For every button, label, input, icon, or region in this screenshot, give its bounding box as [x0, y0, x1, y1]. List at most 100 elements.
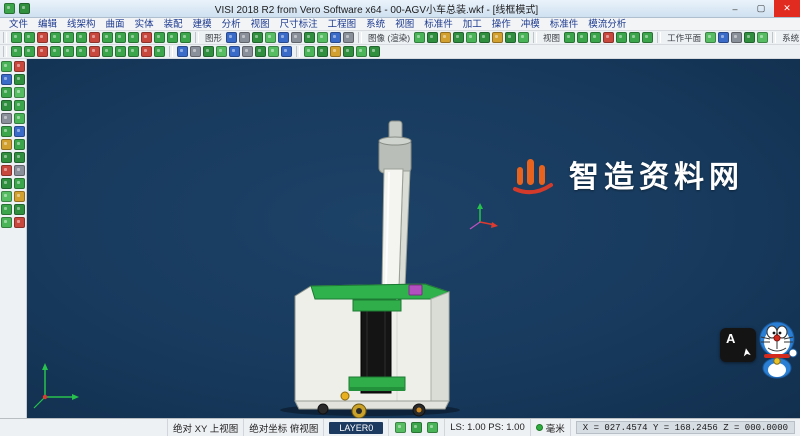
menu-item[interactable]: 冲模: [516, 18, 545, 31]
toolbar-icon[interactable]: [252, 32, 263, 43]
toolbar-icon[interactable]: [154, 32, 165, 43]
statusbar-icon[interactable]: [395, 422, 406, 433]
toolbar-icon[interactable]: [128, 46, 139, 57]
toolbar-icon[interactable]: [216, 46, 227, 57]
toolbar-icon[interactable]: [642, 32, 653, 43]
layer-chip[interactable]: LAYER0: [329, 422, 383, 434]
toolbar-icon[interactable]: [11, 46, 22, 57]
statusbar-coordinate-mode[interactable]: 绝对坐标 俯视图: [243, 419, 323, 436]
toolbar-icon[interactable]: [369, 46, 380, 57]
toolbar-icon[interactable]: [356, 46, 367, 57]
toolbar-icon[interactable]: [440, 32, 451, 43]
menu-item[interactable]: 操作: [487, 18, 516, 31]
quick-access-icon[interactable]: [19, 3, 30, 14]
toolbar-icon[interactable]: [291, 32, 302, 43]
tool-icon[interactable]: [1, 126, 12, 137]
toolbar-icon[interactable]: [128, 32, 139, 43]
tool-icon[interactable]: [1, 217, 12, 228]
toolbar-icon[interactable]: [177, 46, 188, 57]
toolbar-icon[interactable]: [76, 46, 87, 57]
toolbar-icon[interactable]: [317, 46, 328, 57]
tool-icon[interactable]: [14, 113, 25, 124]
toolbar-icon[interactable]: [89, 46, 100, 57]
toolbar-icon[interactable]: [226, 32, 237, 43]
tool-icon[interactable]: [14, 100, 25, 111]
minimize-button[interactable]: –: [722, 0, 748, 17]
toolbar-icon[interactable]: [167, 32, 178, 43]
toolbar-icon[interactable]: [180, 32, 191, 43]
tool-icon[interactable]: [1, 204, 12, 215]
menu-item[interactable]: 系统: [361, 18, 390, 31]
toolbar-icon[interactable]: [50, 46, 61, 57]
toolbar-icon[interactable]: [115, 46, 126, 57]
toolbar-icon[interactable]: [141, 32, 152, 43]
toolbar-icon[interactable]: [89, 32, 100, 43]
tool-icon[interactable]: [1, 87, 12, 98]
toolbar-icon[interactable]: [37, 32, 48, 43]
toolbar-icon[interactable]: [577, 32, 588, 43]
toolbar-icon[interactable]: [343, 32, 354, 43]
toolbar-icon[interactable]: [466, 32, 477, 43]
menu-item[interactable]: 曲面: [101, 18, 130, 31]
toolbar-icon[interactable]: [705, 32, 716, 43]
toolbar-icon[interactable]: [590, 32, 601, 43]
toolbar-icon[interactable]: [629, 32, 640, 43]
menu-item[interactable]: 视图: [246, 18, 275, 31]
tool-icon[interactable]: [14, 178, 25, 189]
toolbar-icon[interactable]: [102, 46, 113, 57]
menu-item[interactable]: 加工: [458, 18, 487, 31]
statusbar-view-mode[interactable]: 绝对 XY 上视图: [167, 419, 243, 436]
toolbar-icon[interactable]: [11, 32, 22, 43]
toolbar-icon[interactable]: [102, 32, 113, 43]
toolbar-icon[interactable]: [24, 32, 35, 43]
toolbar-icon[interactable]: [229, 46, 240, 57]
tool-icon[interactable]: [1, 178, 12, 189]
toolbar-icon[interactable]: [518, 32, 529, 43]
menu-item[interactable]: 模流分析: [583, 18, 631, 31]
toolbar-icon[interactable]: [343, 46, 354, 57]
toolbar-icon[interactable]: [239, 32, 250, 43]
tool-icon[interactable]: [1, 113, 12, 124]
menu-item[interactable]: 标准件: [545, 18, 584, 31]
tool-icon[interactable]: [1, 165, 12, 176]
menu-item[interactable]: 装配: [159, 18, 188, 31]
toolbar-icon[interactable]: [304, 32, 315, 43]
toolbar-icon[interactable]: [63, 46, 74, 57]
close-button[interactable]: ✕: [774, 0, 800, 17]
toolbar-icon[interactable]: [453, 32, 464, 43]
statusbar-units[interactable]: 毫米: [530, 419, 570, 436]
menu-item[interactable]: 实体: [130, 18, 159, 31]
toolbar-icon[interactable]: [744, 32, 755, 43]
toolbar-icon[interactable]: [141, 46, 152, 57]
toolbar-icon[interactable]: [304, 46, 315, 57]
tool-icon[interactable]: [1, 74, 12, 85]
toolbar-icon[interactable]: [603, 32, 614, 43]
toolbar-icon[interactable]: [24, 46, 35, 57]
tool-icon[interactable]: [14, 74, 25, 85]
toolbar-icon[interactable]: [76, 32, 87, 43]
toolbar-icon[interactable]: [281, 46, 292, 57]
toolbar-icon[interactable]: [479, 32, 490, 43]
toolbar-icon[interactable]: [330, 46, 341, 57]
toolbar-icon[interactable]: [63, 32, 74, 43]
toolbar-icon[interactable]: [616, 32, 627, 43]
menu-item[interactable]: 线架构: [62, 18, 101, 31]
menu-item[interactable]: 编辑: [33, 18, 62, 31]
toolbar-icon[interactable]: [718, 32, 729, 43]
toolbar-icon[interactable]: [330, 32, 341, 43]
maximize-button[interactable]: ▢: [748, 0, 774, 17]
statusbar-layer[interactable]: LAYER0: [323, 419, 388, 436]
cad-viewport[interactable]: 智造资料网 A ➤: [27, 59, 800, 418]
tool-icon[interactable]: [1, 191, 12, 202]
toolbar-icon[interactable]: [203, 46, 214, 57]
menu-item[interactable]: 视图: [390, 18, 419, 31]
tool-icon[interactable]: [14, 87, 25, 98]
toolbar-icon[interactable]: [50, 32, 61, 43]
toolbar-icon[interactable]: [317, 32, 328, 43]
statusbar-icon[interactable]: [411, 422, 422, 433]
menu-item[interactable]: 建模: [188, 18, 217, 31]
toolbar-icon[interactable]: [242, 46, 253, 57]
tool-icon[interactable]: [14, 61, 25, 72]
menu-item[interactable]: 文件: [4, 18, 33, 31]
tool-icon[interactable]: [14, 152, 25, 163]
